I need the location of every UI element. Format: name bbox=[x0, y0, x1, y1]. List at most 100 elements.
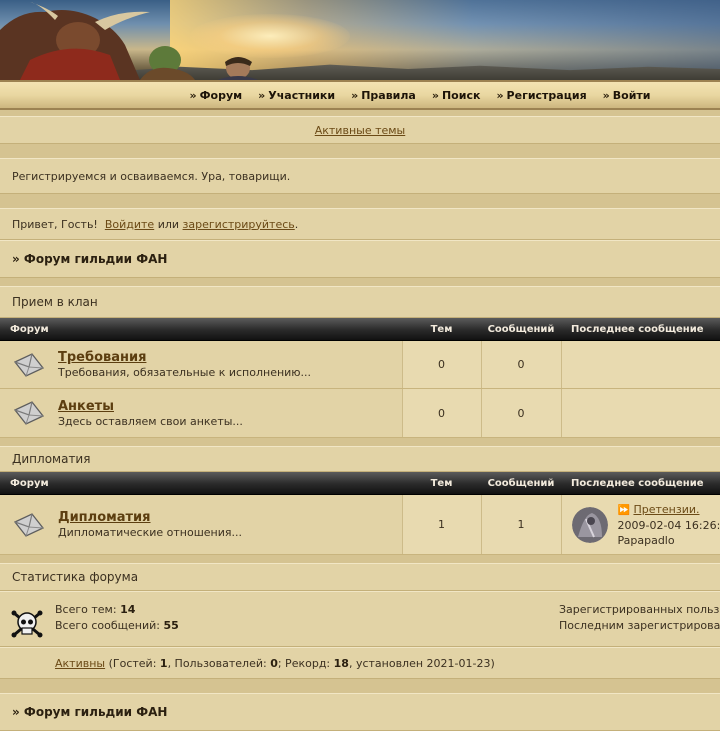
forum-link[interactable]: Дипломатия bbox=[58, 510, 242, 525]
guests-label: (Гостей: bbox=[109, 657, 157, 670]
record-date: , установлен 2021-01-23) bbox=[349, 657, 495, 670]
table-header-row: Форум Тем Сообщений Последнее сообщение bbox=[0, 318, 720, 341]
nav-members[interactable]: »Участники bbox=[258, 89, 335, 102]
stats-title-text: Статистика форума bbox=[12, 570, 138, 584]
breadcrumb-text[interactable]: » Форум гильдии ФАН bbox=[12, 252, 167, 266]
forum-table: Форум Тем Сообщений Последнее сообщение … bbox=[0, 318, 720, 438]
greeting-or: или bbox=[158, 218, 179, 231]
total-topics-value: 14 bbox=[120, 603, 135, 616]
category-title-text[interactable]: Дипломатия bbox=[12, 452, 90, 466]
avatar[interactable] bbox=[572, 507, 608, 543]
spacer bbox=[0, 194, 720, 208]
topic-count: 0 bbox=[402, 341, 481, 389]
total-topics-label: Всего тем: bbox=[55, 603, 117, 616]
spacer bbox=[0, 555, 720, 563]
double-chevron-right-icon: » bbox=[190, 89, 197, 102]
column-header-last-post: Последнее сообщение bbox=[561, 472, 720, 495]
announcement-bar: Регистрируемся и осваиваемся. Ура, товар… bbox=[0, 158, 720, 194]
post-count: 0 bbox=[481, 341, 561, 389]
users-label: , Пользователей: bbox=[168, 657, 267, 670]
table-row: Требования Требования, обязательные к ис… bbox=[0, 341, 720, 389]
register-link[interactable]: зарегистрируйтесь bbox=[183, 218, 295, 231]
greeting-prefix: Привет, Гость! bbox=[12, 218, 98, 231]
last-post-arrow-icon: ⏩ bbox=[618, 505, 630, 516]
column-header-last-post: Последнее сообщение bbox=[561, 318, 720, 341]
column-header-topics: Тем bbox=[402, 318, 481, 341]
main-navigation: »Форум »Участники »Правила »Поиск »Регис… bbox=[0, 80, 720, 110]
last-post-cell bbox=[561, 341, 720, 389]
nav-forum[interactable]: »Форум bbox=[190, 89, 243, 102]
nav-register[interactable]: » Регистрация bbox=[496, 89, 586, 102]
total-posts-value: 55 bbox=[163, 619, 178, 632]
forum-cell: Дипломатия Дипломатические отношения... bbox=[0, 508, 402, 542]
last-post-cell bbox=[561, 389, 720, 438]
spacer bbox=[0, 278, 720, 286]
active-topics-link[interactable]: Активные темы bbox=[315, 124, 406, 137]
spacer bbox=[0, 438, 720, 446]
nav-search[interactable]: »Поиск bbox=[432, 89, 481, 102]
envelope-icon bbox=[12, 508, 46, 542]
spacer bbox=[0, 679, 720, 693]
guests-count: 1 bbox=[160, 657, 168, 670]
last-post-author: Papapadlo bbox=[618, 534, 675, 547]
column-header-posts: Сообщений bbox=[481, 472, 561, 495]
category-title: Прием в клан bbox=[0, 286, 720, 318]
forum-table: Форум Тем Сообщений Последнее сообщение … bbox=[0, 472, 720, 555]
column-header-posts: Сообщений bbox=[481, 318, 561, 341]
post-count: 0 bbox=[481, 389, 561, 438]
last-post: ⏩ Претензии. 2009-02-04 16:26: Papapadlo bbox=[562, 502, 720, 548]
column-header-forum: Форум bbox=[0, 472, 402, 495]
active-users-link[interactable]: Активны bbox=[55, 657, 105, 670]
forum-cell: Требования Требования, обязательные к ис… bbox=[0, 348, 402, 382]
forum-description: Дипломатические отношения... bbox=[58, 526, 242, 539]
skull-icon bbox=[10, 607, 44, 641]
forum-description: Здесь оставляем свои анкеты... bbox=[58, 415, 243, 428]
active-users-bar: Активны (Гостей: 1, Пользователей: 0; Ре… bbox=[0, 647, 720, 679]
envelope-icon bbox=[12, 396, 46, 430]
nav-members-label: Участники bbox=[268, 89, 335, 102]
table-row: Анкеты Здесь оставляем свои анкеты... 0 … bbox=[0, 389, 720, 438]
stats-title: Статистика форума bbox=[0, 563, 720, 591]
banner-characters-art bbox=[0, 0, 260, 80]
forum-cell: Анкеты Здесь оставляем свои анкеты... bbox=[0, 396, 402, 430]
table-row: Дипломатия Дипломатические отношения... … bbox=[0, 495, 720, 555]
stats-panel: Всего тем: 14 Всего сообщений: 55 Зареги… bbox=[0, 591, 720, 647]
column-header-forum: Форум bbox=[0, 318, 402, 341]
last-post-topic-link[interactable]: Претензии. bbox=[633, 503, 699, 516]
footer-breadcrumb-text[interactable]: » Форум гильдии ФАН bbox=[12, 705, 167, 719]
record-count: 18 bbox=[334, 657, 349, 670]
nav-rules-label: Правила bbox=[361, 89, 416, 102]
spacer bbox=[0, 144, 720, 158]
post-count: 1 bbox=[481, 495, 561, 555]
header-banner bbox=[0, 0, 720, 80]
forum-description: Требования, обязательные к исполнению... bbox=[58, 366, 311, 379]
active-topics-bar: Активные темы bbox=[0, 116, 720, 144]
last-post-cell: ⏩ Претензии. 2009-02-04 16:26: Papapadlo bbox=[561, 495, 720, 555]
registered-users-label: Зарегистрированных польз bbox=[559, 603, 719, 616]
login-link[interactable]: Войдите bbox=[105, 218, 154, 231]
last-post-date: 2009-02-04 16:26: bbox=[618, 519, 720, 532]
nav-register-label: Регистрация bbox=[507, 89, 587, 102]
double-chevron-right-icon: » bbox=[432, 89, 439, 102]
forum-link[interactable]: Требования bbox=[58, 350, 311, 365]
forum-link[interactable]: Анкеты bbox=[58, 399, 243, 414]
double-chevron-right-icon: » bbox=[351, 89, 358, 102]
last-registered-label: Последним зарегистрирова bbox=[559, 619, 720, 632]
nav-login[interactable]: »Войти bbox=[603, 89, 651, 102]
nav-rules[interactable]: »Правила bbox=[351, 89, 416, 102]
greeting-bar: Привет, Гость! Войдите или зарегистрируй… bbox=[0, 208, 720, 240]
nav-login-label: Войти bbox=[613, 89, 651, 102]
double-chevron-right-icon: » bbox=[258, 89, 265, 102]
greeting-suffix: . bbox=[295, 218, 299, 231]
double-chevron-right-icon: » bbox=[496, 89, 503, 102]
column-header-topics: Тем bbox=[402, 472, 481, 495]
category-title-text[interactable]: Прием в клан bbox=[12, 295, 98, 309]
record-label: ; Рекорд: bbox=[278, 657, 330, 670]
double-chevron-right-icon: » bbox=[603, 89, 610, 102]
nav-search-label: Поиск bbox=[442, 89, 480, 102]
users-count: 0 bbox=[270, 657, 278, 670]
topic-count: 0 bbox=[402, 389, 481, 438]
nav-forum-label: Форум bbox=[200, 89, 243, 102]
stats-users: Зарегистрированных польз Последним зарег… bbox=[559, 602, 720, 634]
footer-breadcrumb: » Форум гильдии ФАН bbox=[0, 693, 720, 731]
